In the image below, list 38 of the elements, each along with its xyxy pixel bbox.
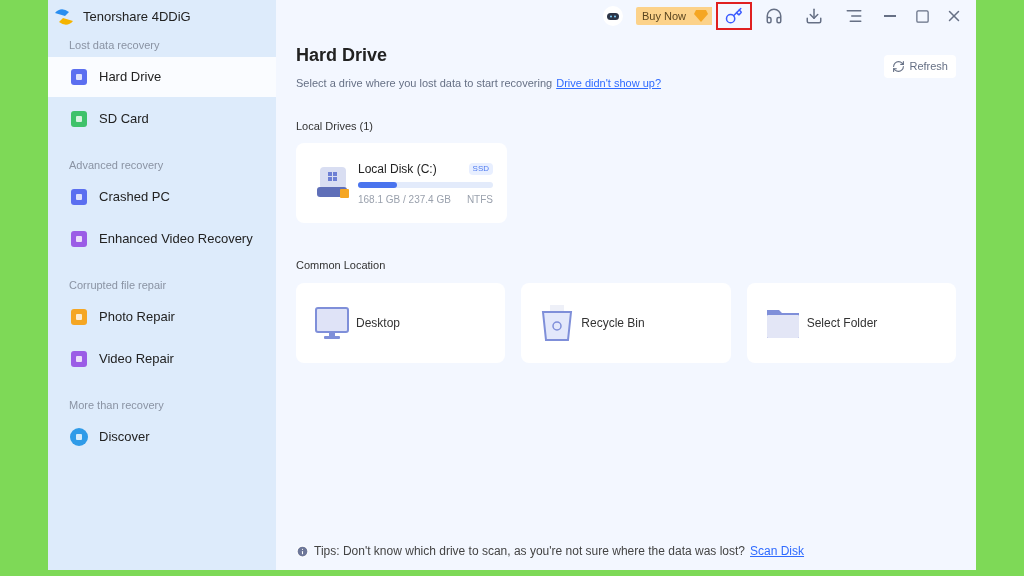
scan-disk-link[interactable]: Scan Disk: [750, 542, 805, 560]
sidebar-item[interactable]: Photo Repair: [48, 297, 276, 337]
hard-drive-icon: [316, 165, 350, 201]
drive-help-link[interactable]: Drive didn't show up?: [556, 75, 661, 92]
refresh-icon: [892, 60, 906, 73]
section-heading: Advanced recovery: [68, 157, 165, 173]
page-subtitle: Select a drive where you lost data to start recovering: [296, 76, 553, 91]
sidebar-item[interactable]: Crashed PC: [48, 177, 276, 217]
sidebar-item[interactable]: Enhanced Video Recovery: [48, 219, 276, 259]
location-card[interactable]: Select Folder: [746, 282, 956, 363]
section-heading: Lost data recovery: [68, 37, 161, 53]
sidebar-item[interactable]: SD Card: [48, 99, 276, 139]
app-title: Tenorshare 4DDiG: [83, 8, 191, 27]
maximize-icon: [914, 8, 930, 24]
drive-name: Local Disk (C:): [358, 160, 437, 178]
section-heading: Common Location: [296, 258, 387, 273]
robot-icon[interactable]: [601, 5, 624, 27]
file-system: NTFS: [466, 192, 493, 207]
section-heading: More than recovery: [68, 397, 165, 413]
tip-text: Tips: Don't know which drive to scan, as you're not sure where the data was lost?: [314, 543, 745, 560]
drive-type-tag: SSD: [468, 162, 493, 175]
diamond-icon: [694, 10, 708, 22]
info-icon: [296, 544, 309, 558]
refresh-button[interactable]: Refresh: [884, 55, 956, 78]
section-heading: Local Drives (1): [296, 118, 375, 134]
sidebar-item[interactable]: Hard Drive: [48, 57, 276, 97]
location-card[interactable]: Desktop: [296, 282, 506, 363]
page-title: Hard Drive: [296, 44, 389, 67]
minimize-icon: [884, 15, 896, 17]
section-heading: Corrupted file repair: [68, 277, 168, 293]
location-card[interactable]: Recycle Bin: [521, 282, 731, 363]
buy-now-button[interactable]: Buy Now: [635, 7, 712, 25]
sidebar-item[interactable]: Discover: [48, 417, 276, 457]
logo-icon: [53, 7, 75, 27]
sidebar-item[interactable]: Video Repair: [48, 339, 276, 379]
key-icon[interactable]: [716, 2, 752, 30]
drive-card[interactable]: Local Disk (C:) SSD 168.1 GB / 237.4 GB NTFS: [296, 143, 507, 223]
drive-usage: 168.1 GB / 237.4 GB: [358, 192, 451, 207]
